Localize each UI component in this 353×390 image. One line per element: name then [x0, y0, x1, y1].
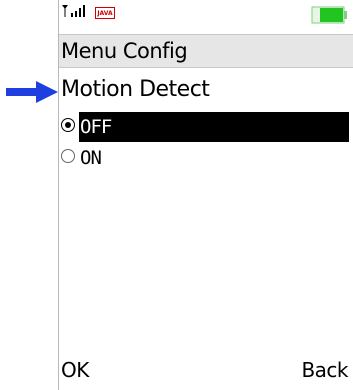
- option-on[interactable]: ON: [59, 143, 351, 173]
- stage: JAVA Menu Config Motion Detect OFF ON OK…: [0, 0, 353, 390]
- ok-softkey[interactable]: OK: [61, 358, 89, 382]
- option-label-off: OFF: [80, 116, 112, 138]
- title-bar: Menu Config: [59, 34, 353, 68]
- battery-icon: [311, 6, 347, 24]
- selection-highlight: [79, 112, 349, 142]
- option-label-on: ON: [80, 147, 102, 169]
- back-softkey[interactable]: Back: [301, 358, 348, 382]
- page-title: Menu Config: [61, 39, 188, 63]
- arrow-right-icon: [6, 81, 58, 103]
- setting-heading: Motion Detect: [61, 77, 210, 102]
- phone-screen: JAVA Menu Config Motion Detect OFF ON OK…: [58, 0, 353, 390]
- radio-unchecked-icon[interactable]: [61, 149, 75, 163]
- option-off[interactable]: OFF: [59, 112, 351, 142]
- status-bar: JAVA: [59, 0, 353, 34]
- signal-strength-icon: [62, 5, 85, 17]
- radio-checked-icon[interactable]: [61, 118, 75, 132]
- java-badge: JAVA: [95, 7, 115, 19]
